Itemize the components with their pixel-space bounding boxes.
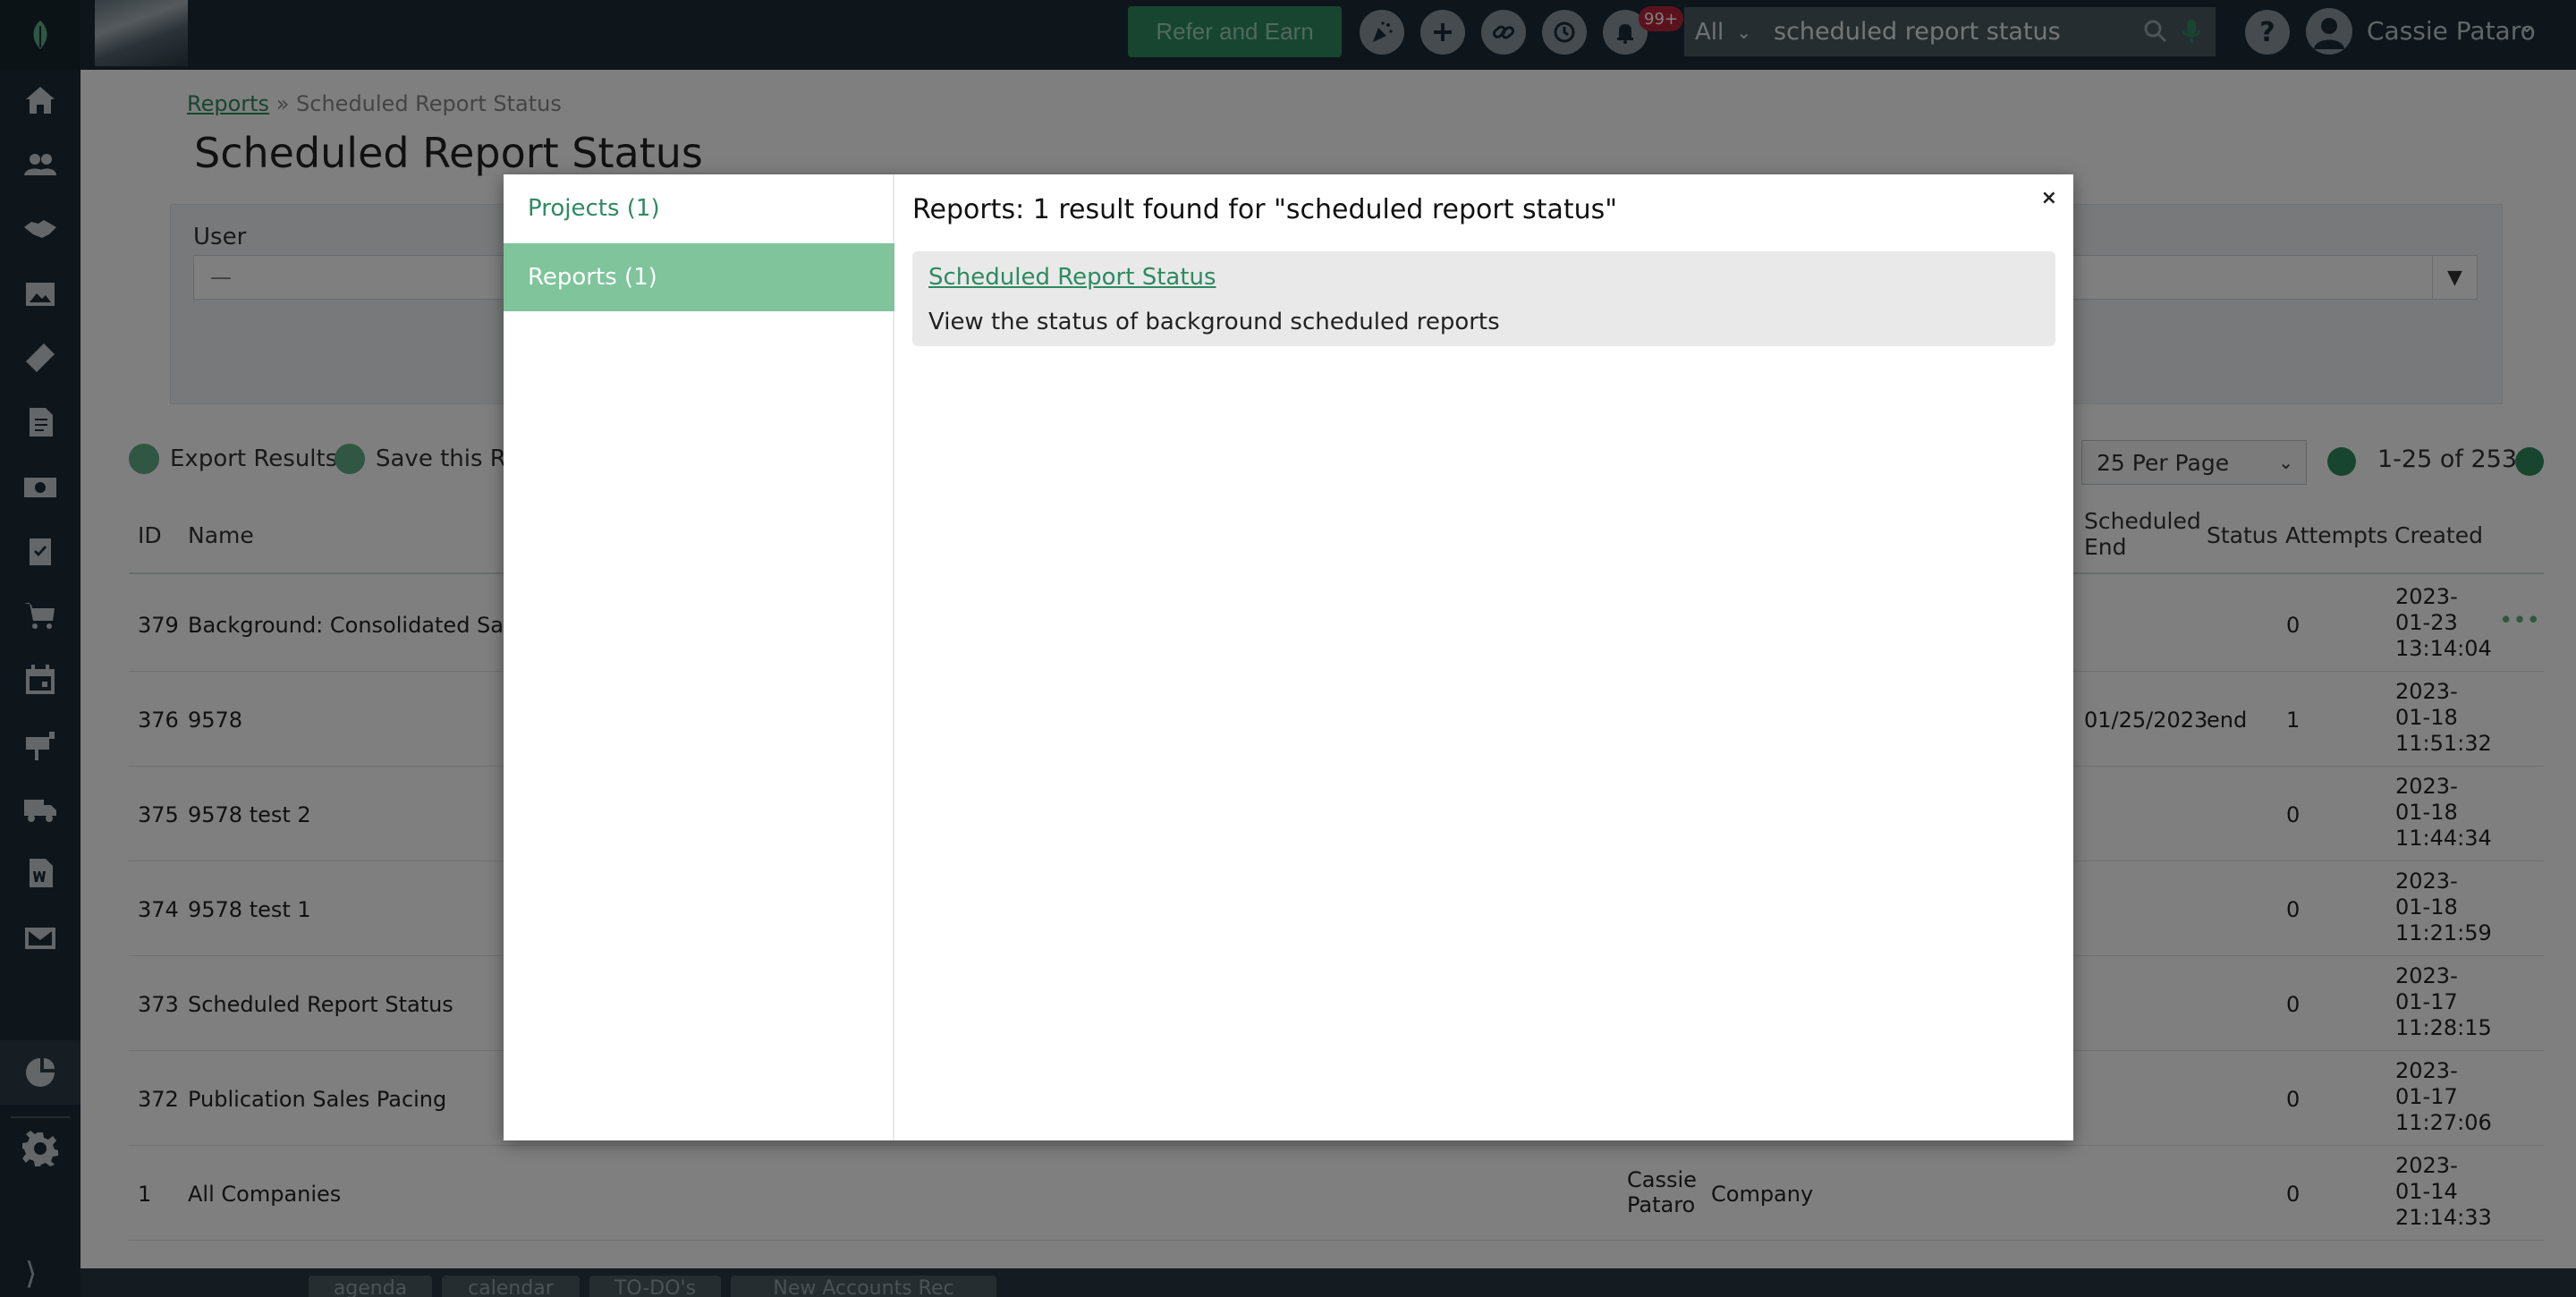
search-result-item[interactable]: Scheduled Report Status View the status …: [912, 251, 2055, 346]
tab-reports[interactable]: Reports (1): [504, 243, 894, 311]
search-results-modal: Projects (1) Reports (1) Reports: 1 resu…: [504, 174, 2073, 1140]
result-description: View the status of background scheduled …: [928, 309, 1500, 335]
result-category-list: Projects (1) Reports (1): [504, 174, 894, 1140]
close-icon[interactable]: ×: [2041, 187, 2057, 209]
results-heading: Reports: 1 result found for "scheduled r…: [912, 194, 1618, 225]
result-title-link[interactable]: Scheduled Report Status: [928, 264, 1216, 291]
tab-projects[interactable]: Projects (1): [504, 174, 894, 242]
